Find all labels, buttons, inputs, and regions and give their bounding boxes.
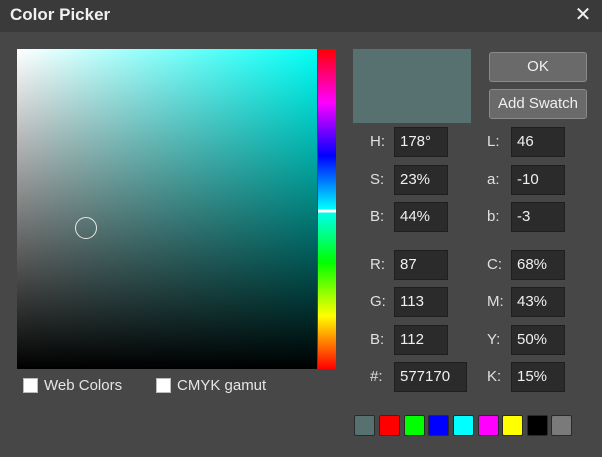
swatch-green[interactable] [404, 415, 425, 436]
blue-input[interactable]: 112 [394, 325, 448, 355]
red-label: R: [370, 256, 385, 273]
dialog-title: Color Picker [10, 5, 111, 24]
web-colors-checkbox[interactable] [23, 377, 38, 393]
lab-l-input[interactable]: 46 [511, 127, 565, 157]
blue-label: B: [370, 331, 385, 348]
close-icon[interactable]: ✕ [572, 3, 594, 27]
magenta-label: M: [487, 293, 504, 310]
hue-slider-marker[interactable] [318, 209, 336, 213]
brightness-label: B: [370, 208, 385, 225]
green-label: G: [370, 293, 386, 310]
web-colors-label: Web Colors [44, 376, 123, 394]
lab-l-label: L: [487, 133, 500, 150]
title-bar: Color Picker ✕ [0, 0, 602, 32]
black-label: K: [487, 368, 502, 385]
hex-input[interactable]: 577170 [394, 362, 467, 392]
brightness-input[interactable]: 44% [394, 202, 448, 232]
lab-b-input[interactable]: -3 [511, 202, 565, 232]
swatch-blue[interactable] [428, 415, 449, 436]
color-selection-cursor[interactable] [75, 217, 97, 240]
green-input[interactable]: 113 [394, 287, 448, 317]
black-input[interactable]: 15% [511, 362, 565, 392]
lab-a-label: a: [487, 171, 500, 188]
cyan-label: C: [487, 256, 502, 273]
yellow-input[interactable]: 50% [511, 325, 565, 355]
cmyk-gamut-label: CMYK gamut [177, 376, 267, 394]
hue-slider[interactable] [318, 49, 336, 369]
yellow-label: Y: [487, 331, 501, 348]
swatch-red[interactable] [379, 415, 400, 436]
lab-a-input[interactable]: -10 [511, 165, 565, 195]
web-colors-option[interactable]: Web Colors [23, 375, 122, 395]
cmyk-gamut-checkbox[interactable] [156, 377, 171, 393]
ok-button[interactable]: OK [489, 52, 587, 82]
swatch-current[interactable] [354, 415, 375, 436]
cmyk-gamut-option[interactable]: CMYK gamut [156, 375, 266, 395]
hue-label: H: [370, 133, 385, 150]
saturation-input[interactable]: 23% [394, 165, 448, 195]
swatch-black[interactable] [527, 415, 548, 436]
cyan-input[interactable]: 68% [511, 250, 565, 280]
saturation-label: S: [370, 171, 385, 188]
red-input[interactable]: 87 [394, 250, 448, 280]
lab-b-label: b: [487, 208, 500, 225]
swatch-magenta[interactable] [478, 415, 499, 436]
magenta-input[interactable]: 43% [511, 287, 565, 317]
hue-input[interactable]: 178° [394, 127, 448, 157]
swatch-gray[interactable] [551, 415, 572, 436]
color-preview [353, 49, 471, 123]
black-gradient-layer [17, 49, 317, 369]
hex-label: #: [370, 368, 383, 385]
swatch-yellow[interactable] [502, 415, 523, 436]
add-swatch-button[interactable]: Add Swatch [489, 89, 587, 119]
saturation-brightness-field[interactable] [17, 49, 317, 369]
swatch-cyan[interactable] [453, 415, 474, 436]
